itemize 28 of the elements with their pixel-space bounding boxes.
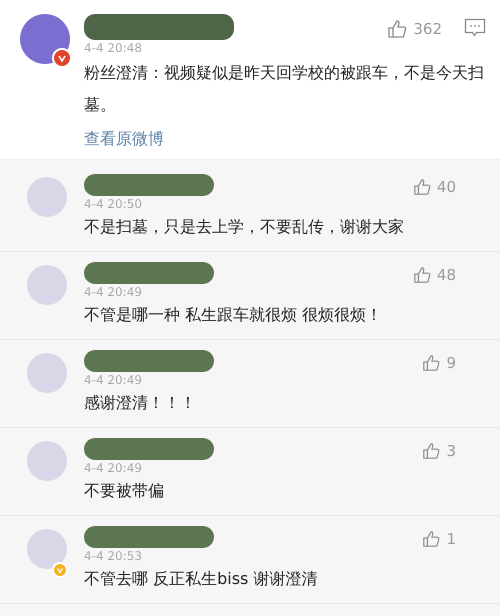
- thumbs-up-icon: [412, 266, 431, 284]
- thumbs-up-icon: [422, 530, 440, 548]
- comment-text: 不要被带偏: [84, 480, 165, 502]
- like-button[interactable]: 1: [422, 528, 456, 550]
- thumbs-up-icon: [412, 178, 431, 196]
- comment-text: 不管是哪一种 私生跟车就很烦 很烦很烦！: [84, 304, 384, 326]
- comment-time: 4-4 20:53: [84, 549, 143, 563]
- like-button[interactable]: 40: [412, 176, 456, 198]
- view-original-link[interactable]: 查看原微博: [84, 129, 164, 150]
- thumbs-up-icon: [422, 442, 440, 460]
- avatar[interactable]: [20, 14, 70, 64]
- comment-time: 4-4 20:49: [84, 285, 143, 299]
- like-button[interactable]: 362: [387, 18, 442, 40]
- comment-text: 不管去哪 反正私生biss 谢谢澄清: [84, 568, 318, 590]
- comment-icon[interactable]: [464, 18, 486, 38]
- comment-text: 不是扫墓，只是去上学，不要乱传，谢谢大家: [84, 216, 405, 238]
- thumbs-up-icon: [422, 354, 440, 372]
- avatar[interactable]: [27, 529, 67, 569]
- comment-time: 4-4 20:49: [84, 373, 143, 387]
- comment-text: 粉丝澄清：视频疑似是昨天回学校的被跟车，不是今天扫墓。: [84, 62, 485, 116]
- like-button[interactable]: 48: [412, 264, 456, 286]
- thumbs-up-icon: [387, 19, 408, 39]
- comment-time: 4-4 20:48: [84, 41, 143, 55]
- like-button[interactable]: 9: [422, 352, 456, 374]
- comment-time: 4-4 20:49: [84, 461, 143, 475]
- comment-time: 4-4 20:50: [84, 197, 143, 211]
- like-button[interactable]: 3: [422, 440, 456, 462]
- comment-text: 感谢澄清！！！: [84, 392, 197, 414]
